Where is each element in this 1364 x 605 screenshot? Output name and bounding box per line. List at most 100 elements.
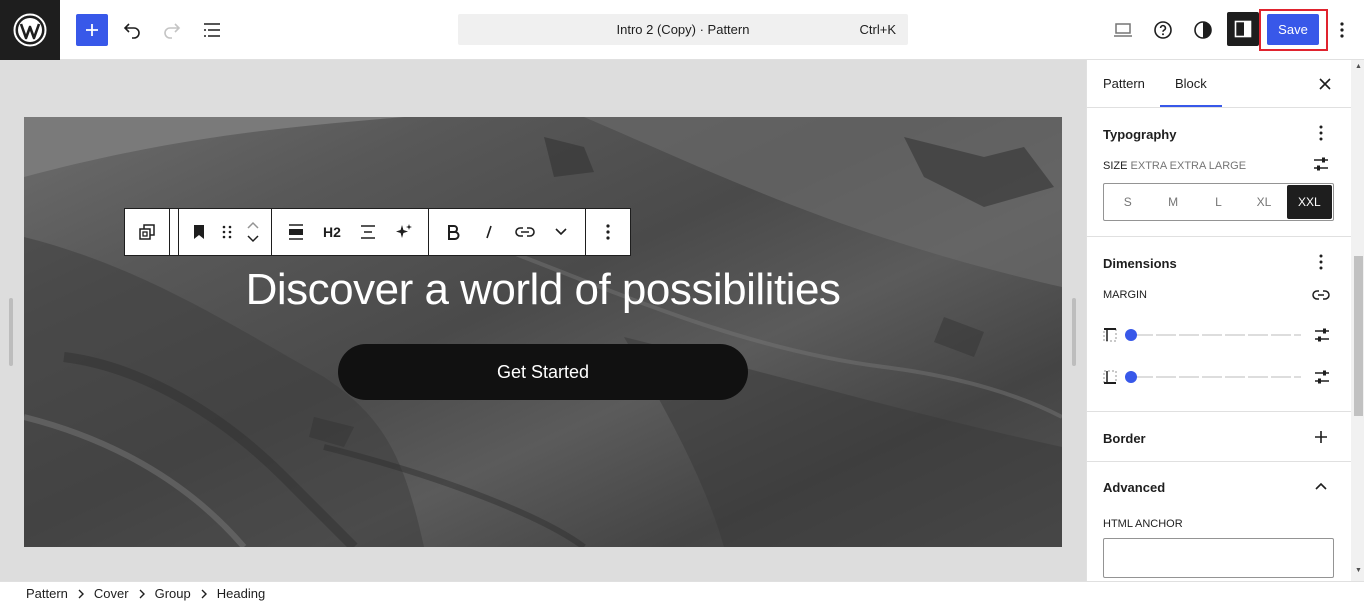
chevron-right-icon [129, 589, 155, 599]
unlink-margin-button[interactable] [1311, 285, 1331, 305]
size-option-l[interactable]: L [1196, 185, 1241, 219]
tab-block[interactable]: Block [1175, 76, 1207, 91]
editor-header: Intro 2 (Copy) · Pattern Ctrl+K Save [0, 0, 1364, 60]
undo-button[interactable] [116, 14, 148, 46]
typography-title: Typography [1103, 127, 1177, 142]
chevron-up-icon [1315, 482, 1327, 490]
typography-options-button[interactable] [1311, 123, 1331, 143]
more-rich-text-button[interactable] [543, 209, 579, 255]
margin-bottom-slider-thumb[interactable] [1125, 371, 1137, 383]
toolbar-group-block [178, 209, 272, 255]
toolbar-group-richtext [429, 209, 586, 255]
margin-top-control [1103, 325, 1333, 345]
move-up-icon[interactable] [247, 221, 259, 229]
styles-button[interactable] [1187, 14, 1219, 46]
kebab-icon [606, 224, 610, 240]
border-add-button[interactable] [1311, 427, 1331, 447]
breadcrumb-group[interactable]: Group [155, 586, 191, 601]
align-button[interactable] [278, 209, 314, 255]
drag-handle[interactable] [213, 209, 241, 255]
sidebar-tabs: Pattern Block [1087, 60, 1351, 108]
divider [1087, 411, 1351, 412]
advanced-collapse-button[interactable] [1311, 476, 1331, 496]
margin-top-slider-thumb[interactable] [1125, 329, 1137, 341]
redo-button[interactable] [156, 14, 188, 46]
margin-bottom-control [1103, 367, 1333, 387]
advanced-title[interactable]: Advanced [1103, 480, 1165, 495]
sliders-icon[interactable] [1314, 369, 1330, 385]
scroll-up-arrow[interactable]: ▲ [1354, 63, 1363, 70]
size-label-text: SIZE [1103, 160, 1128, 172]
active-tab-indicator [1160, 105, 1222, 107]
cover-background-image [24, 117, 1062, 547]
breadcrumb-pattern[interactable]: Pattern [26, 586, 68, 601]
toolbar-group-options [586, 209, 630, 255]
scrollbar-thumb[interactable] [1354, 256, 1363, 416]
wordpress-logo[interactable] [0, 0, 60, 60]
size-option-s[interactable]: S [1105, 185, 1150, 219]
cover-block[interactable]: Discover a world of possibilities Get St… [24, 117, 1062, 547]
sidebar-icon [1234, 20, 1252, 38]
border-title[interactable]: Border [1103, 431, 1146, 446]
divider [1087, 236, 1351, 237]
italic-button[interactable] [471, 209, 507, 255]
block-options-button[interactable] [590, 209, 626, 255]
breadcrumb-cover[interactable]: Cover [94, 586, 129, 601]
bookmark-icon [194, 225, 204, 239]
size-custom-toggle[interactable] [1311, 154, 1331, 174]
sidebar-scrollbar[interactable]: ▲ ▼ [1351, 60, 1364, 581]
get-started-button[interactable]: Get Started [338, 344, 748, 400]
select-parent-button[interactable] [129, 209, 165, 255]
bold-button[interactable] [435, 209, 471, 255]
bold-icon [448, 225, 460, 240]
sparkle-icon [396, 224, 412, 238]
tab-pattern[interactable]: Pattern [1103, 76, 1145, 91]
dimensions-title: Dimensions [1103, 256, 1177, 271]
link-button[interactable] [507, 209, 543, 255]
close-sidebar-button[interactable] [1313, 74, 1337, 94]
size-option-xl[interactable]: XL [1241, 185, 1286, 219]
block-inserter-button[interactable] [76, 14, 108, 46]
list-view-button[interactable] [196, 14, 228, 46]
html-anchor-input[interactable] [1103, 538, 1334, 578]
cover-heading[interactable]: Discover a world of possibilities [24, 265, 1062, 315]
size-option-xxl[interactable]: XXL [1286, 185, 1333, 219]
resize-handle-right[interactable] [1072, 298, 1076, 366]
link-icon [1312, 290, 1330, 300]
resize-handle-left[interactable] [9, 298, 13, 366]
transform-icon [139, 224, 155, 240]
move-down-icon[interactable] [247, 235, 259, 243]
block-type-button[interactable] [185, 209, 213, 255]
command-shortcut: Ctrl+K [859, 22, 896, 37]
text-align-center-icon [361, 225, 375, 239]
divider [1087, 461, 1351, 462]
margin-top-icon [1103, 328, 1117, 342]
align-icon [289, 224, 303, 240]
margin-bottom-track[interactable] [1133, 376, 1301, 378]
dimensions-options-button[interactable] [1311, 252, 1331, 272]
sliders-icon[interactable] [1314, 327, 1330, 343]
ai-assistant-button[interactable] [386, 209, 422, 255]
italic-icon [486, 225, 492, 239]
margin-top-track[interactable] [1133, 334, 1301, 336]
scroll-down-arrow[interactable]: ▼ [1354, 567, 1363, 574]
kebab-icon [1319, 125, 1323, 141]
settings-sidebar: Pattern Block Typography SIZE EXTRA EXTR… [1086, 60, 1364, 581]
size-value: EXTRA EXTRA LARGE [1130, 160, 1247, 172]
options-button[interactable] [1331, 14, 1353, 46]
undo-icon [123, 23, 140, 39]
chevron-down-icon [555, 228, 567, 236]
help-button[interactable] [1147, 14, 1179, 46]
margin-bottom-icon [1103, 370, 1117, 384]
heading-level-button[interactable]: H2 [314, 209, 350, 255]
help-icon [1154, 21, 1172, 39]
save-button[interactable]: Save [1267, 14, 1319, 45]
text-align-button[interactable] [350, 209, 386, 255]
command-palette-bar[interactable]: Intro 2 (Copy) · Pattern Ctrl+K [458, 14, 908, 45]
preview-button[interactable] [1107, 14, 1139, 46]
settings-sidebar-toggle[interactable] [1227, 12, 1259, 46]
plus-icon [1315, 431, 1327, 443]
size-option-m[interactable]: M [1150, 185, 1195, 219]
breadcrumb-heading: Heading [216, 586, 266, 601]
html-anchor-label: HTML ANCHOR [1103, 518, 1183, 530]
